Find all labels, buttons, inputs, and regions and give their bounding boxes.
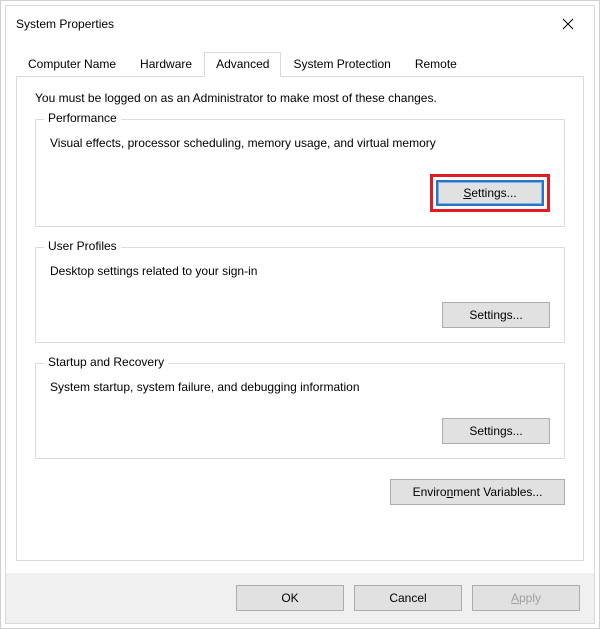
performance-settings-rest: ettings... [471, 186, 516, 200]
ok-button[interactable]: OK [236, 585, 344, 611]
tab-strip: Computer Name Hardware Advanced System P… [6, 42, 594, 76]
dialog-button-bar: OK Cancel Apply [6, 573, 594, 623]
performance-settings-button[interactable]: Settings... [436, 180, 544, 206]
window-title: System Properties [16, 17, 548, 31]
env-prefix: Enviro [413, 485, 447, 499]
tab-remote[interactable]: Remote [403, 52, 469, 76]
dialog-window: System Properties Computer Name Hardware… [5, 5, 595, 624]
outer-frame: System Properties Computer Name Hardware… [0, 0, 600, 629]
startup-recovery-settings-button[interactable]: Settings... [442, 418, 550, 444]
title-bar: System Properties [6, 6, 594, 42]
group-performance: Performance Visual effects, processor sc… [35, 119, 565, 227]
highlight-box: Settings... [430, 174, 550, 212]
tab-computer-name[interactable]: Computer Name [16, 52, 128, 76]
group-user-profiles-desc: Desktop settings related to your sign-in [50, 264, 550, 278]
cancel-button[interactable]: Cancel [354, 585, 462, 611]
tab-panel-advanced: You must be logged on as an Administrato… [16, 76, 584, 561]
group-startup-recovery-legend: Startup and Recovery [44, 355, 168, 369]
close-button[interactable] [548, 10, 588, 38]
group-performance-desc: Visual effects, processor scheduling, me… [50, 136, 550, 150]
intro-text: You must be logged on as an Administrato… [35, 91, 565, 105]
environment-variables-button[interactable]: Environment Variables... [390, 479, 565, 505]
tab-system-protection[interactable]: System Protection [281, 52, 402, 76]
tab-hardware[interactable]: Hardware [128, 52, 204, 76]
env-suffix: ment Variables... [453, 485, 542, 499]
apply-button[interactable]: Apply [472, 585, 580, 611]
group-user-profiles-legend: User Profiles [44, 239, 121, 253]
apply-accel: A [511, 591, 519, 605]
tab-advanced[interactable]: Advanced [204, 52, 281, 77]
group-startup-recovery-desc: System startup, system failure, and debu… [50, 380, 550, 394]
apply-rest: pply [519, 591, 541, 605]
group-user-profiles: User Profiles Desktop settings related t… [35, 247, 565, 343]
group-performance-legend: Performance [44, 111, 121, 125]
group-startup-recovery: Startup and Recovery System startup, sys… [35, 363, 565, 459]
user-profiles-settings-button[interactable]: Settings... [442, 302, 550, 328]
close-icon [562, 18, 574, 30]
